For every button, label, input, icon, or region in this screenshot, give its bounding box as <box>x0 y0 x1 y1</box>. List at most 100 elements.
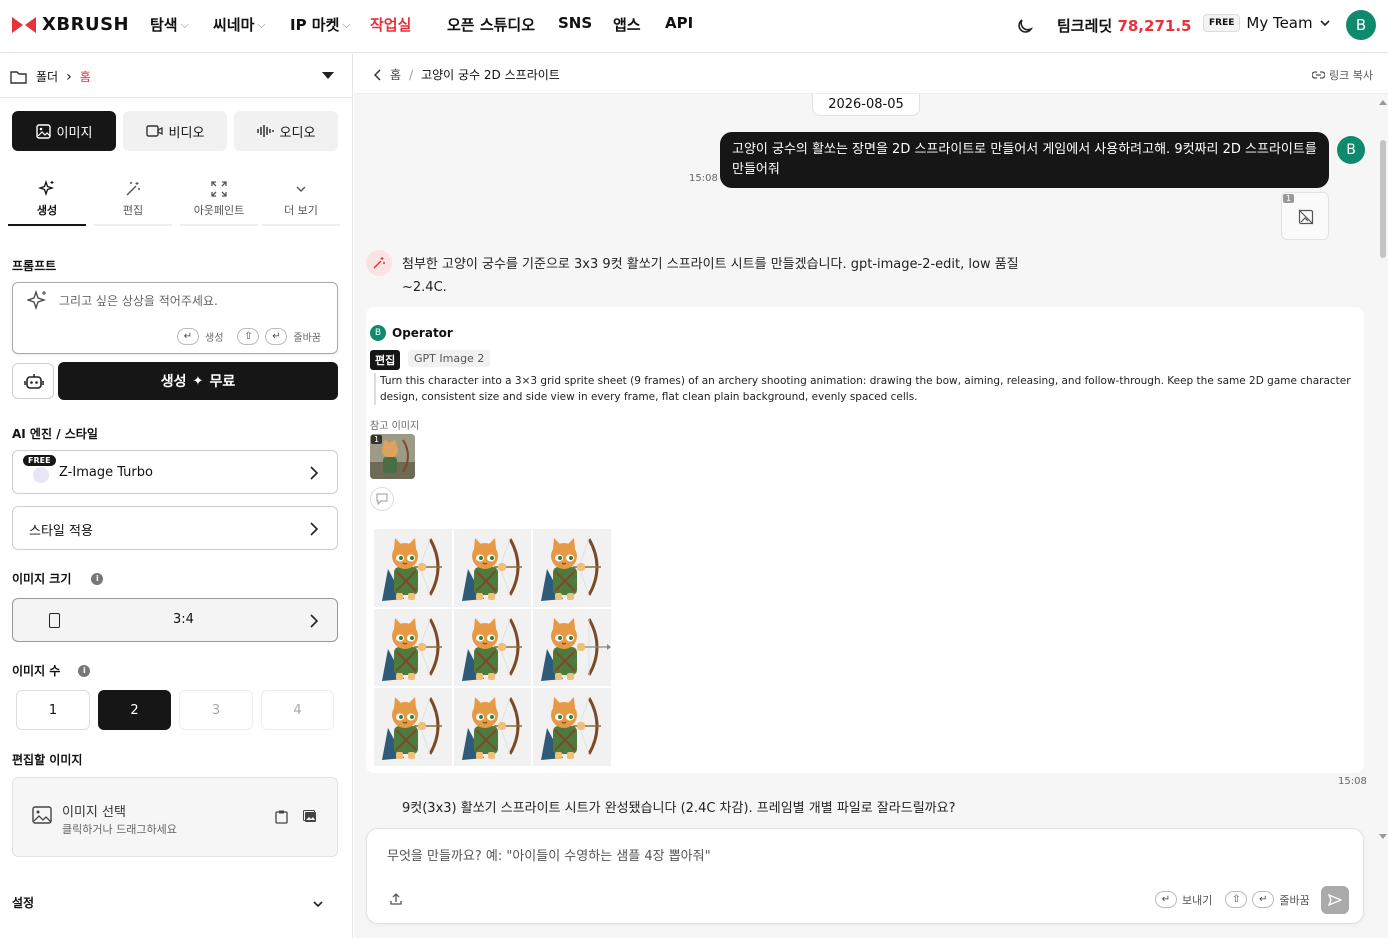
user-avatar[interactable]: B <box>1346 10 1376 40</box>
clipboard-icon[interactable] <box>275 810 288 824</box>
hint-send: 보내기 <box>1182 893 1213 907</box>
scroll-up-icon[interactable] <box>1379 100 1387 105</box>
image-off-icon <box>1298 209 1314 225</box>
chat-hints: ↵ 보내기 ⇧ ↵ 줄바꿈 <box>1155 891 1310 908</box>
size-value: 3:4 <box>173 612 194 627</box>
chevron-right-icon <box>310 522 319 536</box>
chevron-down-icon <box>1320 20 1330 27</box>
send-button[interactable] <box>1321 886 1349 914</box>
chat-scrollbar[interactable] <box>1378 94 1388 938</box>
media-tab-video[interactable]: 비디오 <box>123 111 227 151</box>
folder-icon <box>10 71 27 84</box>
count-option-4[interactable]: 4 <box>261 690 334 730</box>
brand-name: XBRUSH <box>42 14 130 35</box>
info-icon[interactable]: i <box>91 572 104 585</box>
image-select-subtitle: 클릭하거나 드래그하세요 <box>62 823 177 836</box>
sprite-frame <box>533 608 611 687</box>
mode-tab-more[interactable]: 더 보기 <box>262 178 340 226</box>
nav-label: API <box>665 14 694 32</box>
nav-open-studio[interactable]: 오픈 스튜디오 <box>447 14 535 35</box>
team-selector[interactable]: FREE My Team <box>1203 14 1331 32</box>
audio-wave-icon <box>256 125 274 137</box>
chevron-down-icon: ⌵ <box>342 17 351 31</box>
assistant-button[interactable] <box>12 363 54 399</box>
count-option-2[interactable]: 2 <box>98 690 171 730</box>
xbrush-logo-icon <box>12 16 36 33</box>
media-tab-audio[interactable]: 오디오 <box>234 111 338 151</box>
nav-label: SNS <box>558 14 593 32</box>
nav-label: 탐색 <box>150 16 178 34</box>
mode-tab-generate[interactable]: 생성 <box>8 178 86 226</box>
count-option-3[interactable]: 3 <box>179 690 253 730</box>
engine-selector[interactable]: FREE Z-Image Turbo <box>12 450 338 494</box>
prompt-input[interactable]: 그리고 싶은 상상을 적어주세요. ↵ 생성 ⇧ ↵ 줄바꿈 <box>12 282 338 354</box>
back-icon[interactable] <box>374 68 382 81</box>
comment-icon <box>376 493 388 505</box>
folder-label: 폴더 <box>36 70 59 84</box>
sprite-frame <box>533 688 611 766</box>
caret-down-icon[interactable] <box>322 72 334 80</box>
mode-tab-label: 아웃페인트 <box>193 204 245 217</box>
send-icon <box>1328 893 1342 907</box>
attached-image-thumb[interactable]: 1 <box>1281 192 1329 240</box>
mode-tab-outpaint[interactable]: 아웃페인트 <box>180 178 258 226</box>
gallery-icon[interactable] <box>303 810 317 823</box>
media-tab-image[interactable]: 이미지 <box>12 111 116 151</box>
enter-key-icon: ↵ <box>1155 891 1177 908</box>
scroll-down-icon[interactable] <box>1379 834 1387 839</box>
reference-label: 참고 이미지 <box>370 421 420 432</box>
team-credit[interactable]: 팀크레딧 78,271.5 <box>1057 15 1191 36</box>
style-apply-selector[interactable]: 스타일 적용 <box>12 506 338 550</box>
prompt-placeholder: 그리고 싶은 상상을 적어주세요. <box>59 294 218 308</box>
nav-api[interactable]: API <box>665 14 693 32</box>
nav-ip-market[interactable]: IP 마켓 ⌵ <box>290 14 351 35</box>
mode-tab-edit[interactable]: 편집 <box>94 178 172 226</box>
size-selector[interactable]: 3:4 <box>12 598 338 642</box>
nav-cinema[interactable]: 씨네마 ⌵ <box>213 14 266 35</box>
reference-image[interactable]: 1 <box>370 434 415 479</box>
tag-model: GPT Image 2 <box>408 350 491 367</box>
sprite-frame <box>374 688 452 766</box>
nav-label: 앱스 <box>613 16 641 34</box>
prompt-label: 프롬프트 <box>12 259 57 273</box>
count-label-row: 이미지 수 i <box>12 662 91 679</box>
scroll-thumb[interactable] <box>1380 140 1386 258</box>
tag-edit: 편집 <box>370 350 401 370</box>
folder-breadcrumb[interactable]: 폴더 › 홈 <box>10 68 91 85</box>
media-tab-label: 이미지 <box>56 125 93 141</box>
top-header: XBRUSH 탐색 ⌵ 씨네마 ⌵ IP 마켓 ⌵ 작업실 오픈 스튜디오 SNS 앱… <box>0 0 1388 53</box>
dark-mode-toggle[interactable] <box>1015 16 1035 36</box>
nav-workspace[interactable]: 작업실 <box>370 14 411 35</box>
credit-label: 팀크레딧 <box>1057 17 1113 35</box>
count-option-1[interactable]: 1 <box>16 690 90 730</box>
upload-icon[interactable] <box>389 892 403 906</box>
info-icon[interactable]: i <box>78 664 91 677</box>
nav-explore[interactable]: 탐색 ⌵ <box>150 14 189 35</box>
user-message-bubble: 고양이 궁수의 활쏘는 장면을 2D 스프라이트로 만들어서 게임에서 사용하려… <box>720 132 1329 188</box>
mode-tab-label: 생성 <box>36 204 58 217</box>
chevron-down-icon: ⌵ <box>180 17 189 31</box>
breadcrumb-home[interactable]: 홈 <box>390 66 401 83</box>
generate-button[interactable]: 생성 ✦ 무료 <box>58 362 338 400</box>
nav-label: 작업실 <box>370 16 412 34</box>
result-time: 15:08 <box>1338 776 1367 787</box>
engine-name: Z-Image Turbo <box>59 465 153 480</box>
cat-archer-sprite <box>541 617 611 681</box>
robot-icon <box>24 374 44 389</box>
chevron-right-icon: › <box>66 68 72 85</box>
media-tab-label: 비디오 <box>168 125 205 141</box>
chat-input[interactable]: 무엇을 만들까요? 예: "아이들이 수영하는 샘플 4장 뽑아줘" ↵ 보내기… <box>366 828 1364 924</box>
copy-link-button[interactable]: 링크 복사 <box>1312 67 1373 83</box>
team-name: My Team <box>1246 14 1313 32</box>
nav-apps[interactable]: 앱스 <box>613 14 641 35</box>
assistant-followup: 9컷(3x3) 활쏘기 스프라이트 시트가 완성됐습니다 (2.4C 차감). … <box>402 801 956 816</box>
magic-wand-icon <box>373 257 385 269</box>
nav-sns[interactable]: SNS <box>558 14 592 32</box>
chevron-down-icon[interactable] <box>312 898 324 910</box>
image-dropzone[interactable]: 이미지 선택 클릭하거나 드래그하세요 <box>12 777 338 857</box>
cat-archer-sprite <box>382 697 442 761</box>
comment-button[interactable] <box>370 487 394 511</box>
brand-logo[interactable]: XBRUSH <box>12 14 129 35</box>
sprite-sheet-result[interactable] <box>374 529 611 766</box>
credit-value: 78,271.5 <box>1117 17 1192 35</box>
